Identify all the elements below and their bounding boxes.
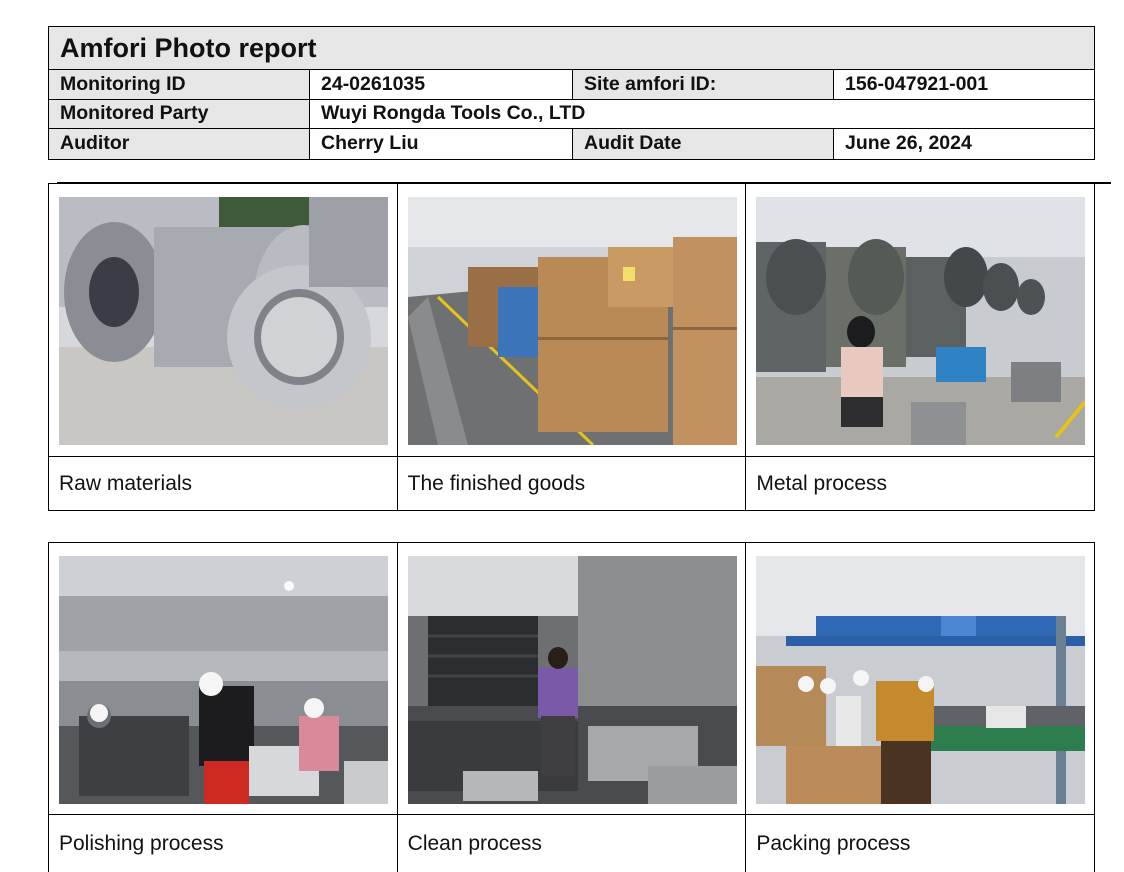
photo-caption: Clean process — [407, 831, 542, 855]
report-header-table: Amfori Photo report Monitoring ID 24-026… — [48, 26, 1095, 160]
auditor-value: Cherry Liu — [310, 129, 573, 159]
raw-materials-photo — [59, 197, 388, 445]
photo-caption: Packing process — [756, 831, 911, 855]
finished-goods-photo — [407, 197, 737, 445]
photo-caption: Raw materials — [59, 471, 193, 495]
photo-caption: Metal process — [756, 471, 888, 495]
monitoring-id-label: Monitoring ID — [49, 70, 310, 99]
photo-grid-top: Raw materials The finished goods Metal p… — [48, 183, 1095, 511]
photo-caption: The finished goods — [407, 471, 586, 495]
report-title: Amfori Photo report — [49, 27, 1094, 70]
site-id-label: Site amfori ID: — [573, 70, 834, 99]
metal-process-photo — [756, 197, 1086, 445]
auditor-label: Auditor — [49, 129, 310, 159]
photo-card: Packing process — [746, 543, 1095, 872]
clean-process-photo — [407, 556, 737, 804]
photo-card: The finished goods — [397, 184, 747, 510]
photo-card: Raw materials — [49, 184, 398, 510]
monitored-party-label: Monitored Party — [49, 99, 310, 128]
photo-card: Metal process — [746, 184, 1095, 510]
auditor-row: Auditor Cherry Liu Audit Date June 26, 2… — [49, 129, 1094, 159]
audit-date-value: June 26, 2024 — [845, 132, 972, 155]
photo-card: Polishing process — [49, 543, 398, 872]
packing-process-photo — [756, 556, 1086, 804]
photo-card: Clean process — [397, 543, 747, 872]
photo-grid-bottom: Polishing process Clean process Packing … — [48, 542, 1095, 872]
monitored-party-value: Wuyi Rongda Tools Co., LTD — [321, 102, 586, 125]
photo-caption: Polishing process — [59, 831, 224, 855]
monitored-party-row: Monitored Party Wuyi Rongda Tools Co., L… — [49, 99, 1094, 129]
monitoring-id-value: 24-0261035 — [310, 70, 573, 99]
monitoring-id-row: Monitoring ID 24-0261035 Site amfori ID:… — [49, 70, 1094, 100]
polishing-process-photo — [59, 556, 388, 804]
site-id-value: 156-047921-001 — [845, 72, 989, 95]
audit-date-label: Audit Date — [573, 129, 834, 159]
